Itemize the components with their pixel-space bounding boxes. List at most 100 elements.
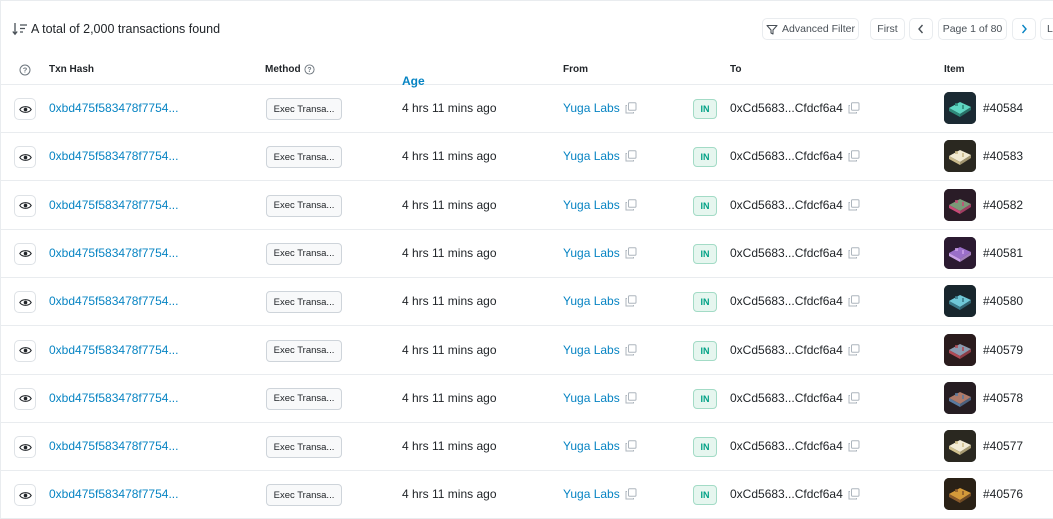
column-header-txn-hash: Txn Hash: [49, 64, 95, 75]
from-address: Yuga Labs: [563, 487, 637, 501]
from-address-link[interactable]: Yuga Labs: [563, 487, 620, 501]
txn-hash-link[interactable]: 0xbd475f583478f7754...: [49, 439, 178, 453]
sort-descending-icon[interactable]: [12, 22, 28, 36]
nft-token-id[interactable]: #40577: [983, 439, 1023, 453]
preview-button[interactable]: [14, 146, 36, 169]
copy-icon[interactable]: [848, 150, 860, 162]
nft-image: [944, 478, 976, 511]
txn-hash-link[interactable]: 0xbd475f583478f7754...: [49, 149, 178, 163]
method-badge: Exec Transa...: [266, 436, 342, 459]
copy-icon[interactable]: [625, 295, 637, 307]
nft-token-id[interactable]: #40580: [983, 294, 1023, 308]
nft-token-id[interactable]: #40582: [983, 198, 1023, 212]
txn-age: 4 hrs 11 mins ago: [402, 390, 497, 405]
txn-hash-link[interactable]: 0xbd475f583478f7754...: [49, 391, 178, 405]
copy-icon[interactable]: [625, 392, 637, 404]
copy-icon[interactable]: [625, 150, 637, 162]
copy-icon[interactable]: [848, 488, 860, 500]
preview-button[interactable]: [14, 194, 36, 217]
method-badge: Exec Transa...: [266, 146, 342, 169]
nft-thumbnail[interactable]: [944, 478, 976, 511]
from-address-link[interactable]: Yuga Labs: [563, 391, 620, 405]
nft-token-id[interactable]: #40583: [983, 149, 1023, 163]
preview-button[interactable]: [14, 291, 36, 314]
nft-token-id[interactable]: #40576: [983, 487, 1023, 501]
eye-icon: [18, 395, 32, 403]
nft-thumbnail[interactable]: [944, 285, 976, 318]
txn-hash-link[interactable]: 0xbd475f583478f7754...: [49, 343, 178, 357]
column-header-to: To: [730, 64, 742, 75]
from-address-link[interactable]: Yuga Labs: [563, 149, 620, 163]
nft-thumbnail[interactable]: [944, 92, 976, 124]
nft-token-id[interactable]: #40578: [983, 391, 1023, 405]
from-address-link[interactable]: Yuga Labs: [563, 101, 620, 115]
eye-icon: [18, 250, 32, 258]
chevron-right-icon: [1021, 24, 1027, 34]
to-address: 0xCd5683...Cfdcf6a4: [730, 391, 860, 405]
info-circle-icon[interactable]: ?: [304, 64, 315, 75]
nft-token-id[interactable]: #40584: [983, 101, 1023, 115]
nft-thumbnail[interactable]: [944, 430, 976, 463]
preview-button[interactable]: [14, 242, 36, 265]
copy-icon[interactable]: [848, 343, 860, 356]
preview-button[interactable]: [14, 436, 36, 459]
nft-thumbnail[interactable]: [944, 188, 976, 221]
direction-badge: IN: [693, 99, 717, 119]
nft-thumbnail[interactable]: [944, 333, 976, 366]
table-row: 0xbd475f583478f7754... Exec Transa... 4 hr…: [1, 326, 1053, 375]
nft-thumbnail[interactable]: [944, 140, 976, 173]
help-circle-icon[interactable]: ?: [19, 64, 31, 76]
filter-icon: [766, 24, 778, 35]
txn-hash-link[interactable]: 0xbd475f583478f7754...: [49, 246, 178, 260]
direction-badge: IN: [693, 292, 717, 313]
nft-token-id[interactable]: #40579: [983, 343, 1023, 357]
txn-hash-link[interactable]: 0xbd475f583478f7754...: [49, 198, 178, 212]
txn-hash-link[interactable]: 0xbd475f583478f7754...: [49, 487, 178, 501]
txn-hash-link[interactable]: 0xbd475f583478f7754...: [49, 294, 178, 308]
advanced-filter-label: Advanced Filter: [782, 23, 855, 35]
nft-thumbnail[interactable]: [944, 381, 976, 414]
advanced-filter-button[interactable]: Advanced Filter: [762, 18, 859, 40]
copy-icon[interactable]: [848, 392, 860, 404]
nft-thumbnail[interactable]: [944, 236, 976, 269]
to-address-text: 0xCd5683...Cfdcf6a4: [730, 487, 843, 502]
copy-icon[interactable]: [848, 295, 860, 307]
from-address: Yuga Labs: [563, 343, 637, 357]
first-page-button[interactable]: First: [870, 18, 905, 40]
method-badge: Exec Transa...: [266, 339, 342, 362]
preview-button[interactable]: [14, 339, 36, 362]
eye-icon: [18, 443, 32, 451]
copy-icon[interactable]: [625, 247, 637, 259]
copy-icon[interactable]: [848, 102, 860, 114]
next-page-button[interactable]: [1012, 18, 1036, 40]
last-page-button[interactable]: L: [1040, 18, 1053, 40]
copy-icon[interactable]: [625, 440, 637, 452]
to-address: 0xCd5683...Cfdcf6a4: [730, 487, 860, 501]
txn-hash-link[interactable]: 0xbd475f583478f7754...: [49, 101, 178, 115]
from-address-link[interactable]: Yuga Labs: [563, 343, 620, 357]
copy-icon[interactable]: [625, 343, 637, 356]
preview-button[interactable]: [14, 484, 36, 507]
copy-icon[interactable]: [625, 488, 637, 500]
from-address-link[interactable]: Yuga Labs: [563, 439, 620, 453]
from-address-link[interactable]: Yuga Labs: [563, 198, 620, 212]
nft-image: [944, 140, 976, 173]
previous-page-button[interactable]: [909, 18, 933, 40]
from-address-link[interactable]: Yuga Labs: [563, 246, 620, 260]
preview-button[interactable]: [14, 98, 36, 120]
copy-icon[interactable]: [848, 198, 860, 211]
copy-icon[interactable]: [625, 102, 637, 114]
copy-icon[interactable]: [848, 247, 860, 259]
nft-image: [944, 236, 976, 269]
direction-badge: IN: [693, 243, 717, 264]
copy-icon[interactable]: [848, 440, 860, 452]
nft-token-id[interactable]: #40581: [983, 246, 1023, 260]
eye-icon: [18, 347, 32, 354]
from-address-link[interactable]: Yuga Labs: [563, 294, 620, 308]
method-badge: Exec Transa...: [266, 194, 342, 217]
txn-age: 4 hrs 11 mins ago: [402, 245, 497, 260]
to-address-text: 0xCd5683...Cfdcf6a4: [730, 245, 843, 260]
copy-icon[interactable]: [625, 198, 637, 211]
preview-button[interactable]: [14, 387, 36, 410]
svg-text:?: ?: [23, 66, 28, 75]
